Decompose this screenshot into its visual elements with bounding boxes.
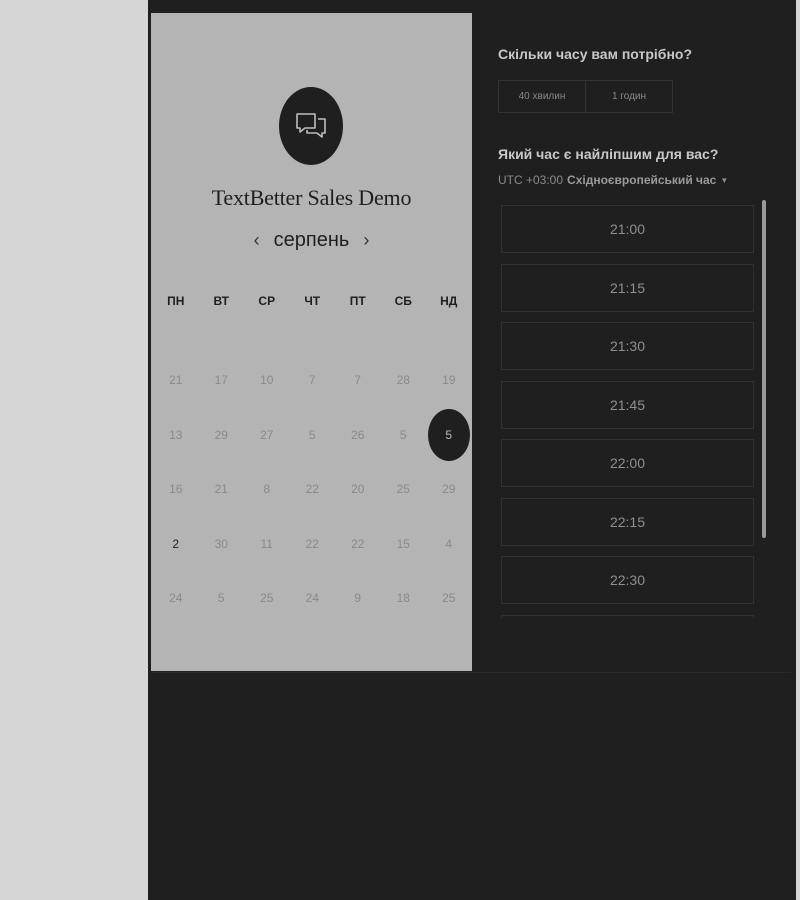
calendar-day[interactable]: 27 [244, 408, 290, 463]
footer-divider [151, 672, 791, 673]
weekday-label: ЧТ [304, 294, 321, 308]
calendar-day[interactable]: 28 [381, 353, 427, 408]
calendar-day[interactable]: 5 [381, 408, 427, 463]
month-navigation: ‹ серпень › [151, 229, 472, 252]
calendar-day[interactable]: 16 [153, 462, 199, 517]
calendar-grid: 21 17 10 7 7 28 19 13 29 27 5 26 5 5 16 … [151, 353, 474, 626]
app-title: TextBetter Sales Demo [211, 185, 412, 210]
time-slot[interactable]: 21:15 [501, 263, 754, 312]
calendar-day[interactable]: 13 [153, 408, 199, 463]
page-backdrop [0, 0, 148, 900]
previous-month-icon[interactable]: ‹ [252, 230, 262, 251]
calendar-day[interactable]: 9 [335, 571, 381, 626]
time-slot[interactable]: 21:00 [501, 205, 754, 253]
calendar-day[interactable]: 20 [335, 462, 381, 517]
next-month-icon[interactable]: › [361, 230, 371, 251]
weekday-header: ПН ВТ СР ЧТ ПТ СБ НД [151, 291, 474, 311]
calendar-day-available[interactable]: 2 [153, 517, 199, 572]
calendar-day[interactable]: 22 [335, 517, 381, 572]
time-slot[interactable]: 22:00 [501, 439, 754, 487]
calendar-day[interactable]: 22 [290, 462, 336, 517]
timezone-offset: UTC +03:00 [498, 173, 564, 187]
calendar-day[interactable]: 26 [335, 408, 381, 463]
calendar-day[interactable]: 24 [290, 571, 336, 626]
page-backdrop-edge [796, 0, 800, 900]
calendar-day[interactable]: 4 [426, 517, 472, 572]
calendar-day[interactable]: 7 [335, 353, 381, 408]
calendar-day[interactable]: 25 [244, 571, 290, 626]
calendar-day[interactable]: 22 [290, 517, 336, 572]
calendar-day[interactable]: 24 [153, 571, 199, 626]
time-slot-list[interactable]: 21:00 21:15 21:30 21:45 22:00 22:15 22:3… [501, 205, 754, 618]
calendar-day[interactable]: 25 [426, 571, 472, 626]
time-slot[interactable] [501, 614, 754, 618]
calendar-day[interactable]: 25 [381, 462, 427, 517]
duration-heading: Скільки часу вам потрібно? [498, 46, 693, 62]
chevron-down-icon: ▼ [720, 175, 729, 185]
calendar-day[interactable]: 29 [426, 462, 472, 517]
chat-bubbles-icon [279, 87, 343, 165]
calendar-day[interactable]: 7 [290, 353, 336, 408]
duration-option-1hour[interactable]: 1 годин [585, 81, 672, 112]
calendar-day[interactable]: 10 [244, 353, 290, 408]
calendar-day[interactable]: 19 [426, 353, 472, 408]
calendar-day[interactable]: 21 [199, 462, 245, 517]
weekday-label: ПТ [349, 294, 366, 308]
weekday-label: СР [258, 294, 276, 308]
weekday-label: НД [440, 294, 458, 308]
calendar-day[interactable]: 29 [199, 408, 245, 463]
time-slot-scrollbar[interactable] [762, 200, 766, 538]
time-slot[interactable]: 22:30 [501, 556, 754, 604]
calendar-day[interactable]: 11 [244, 517, 290, 572]
month-label: серпень [273, 229, 350, 251]
calendar-day[interactable]: 8 [244, 462, 290, 517]
timezone-name: Східноєвропейський час [567, 173, 717, 187]
weekday-label: ПН [167, 294, 185, 308]
calendar-day-selected[interactable]: 5 [426, 408, 472, 463]
calendar-day[interactable]: 17 [199, 353, 245, 408]
calendar-day[interactable]: 15 [381, 517, 427, 572]
time-slot[interactable]: 21:45 [501, 380, 754, 429]
calendar-day[interactable]: 21 [153, 353, 199, 408]
weekday-label: ВТ [213, 294, 230, 308]
calendar-day[interactable]: 30 [199, 517, 245, 572]
calendar-panel: TextBetter Sales Demo ‹ серпень › ПН ВТ … [151, 13, 472, 671]
duration-option-40min[interactable]: 40 хвилин [499, 81, 585, 112]
calendar-day[interactable]: 18 [381, 571, 427, 626]
time-slot[interactable]: 22:15 [501, 497, 754, 546]
time-heading: Який час є найліпшим для вас? [498, 146, 719, 162]
calendar-day[interactable]: 5 [199, 571, 245, 626]
duration-selector: 40 хвилин 1 годин [498, 80, 673, 113]
calendar-day[interactable]: 5 [290, 408, 336, 463]
timezone-selector[interactable]: UTC +03:00 Східноєвропейський час ▼ [498, 173, 728, 187]
time-slot[interactable]: 21:30 [501, 322, 754, 370]
weekday-label: СБ [394, 294, 412, 308]
